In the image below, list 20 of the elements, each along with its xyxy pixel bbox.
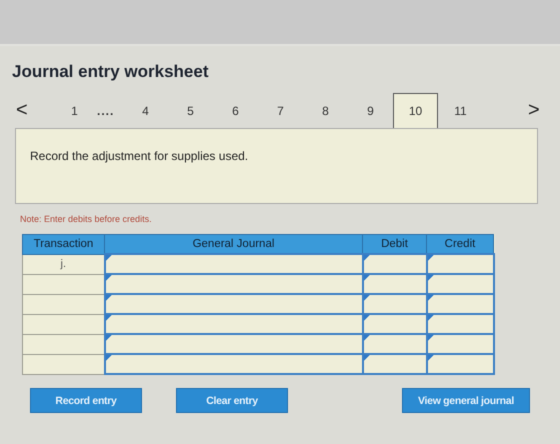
previous-button[interactable]: < [12,99,52,128]
tab[interactable]: 8 [303,93,348,128]
tab[interactable]: 11 [438,93,483,128]
tab[interactable]: 1 [52,93,97,128]
column-header: Transaction [22,234,104,254]
table-cell: j. [60,258,66,270]
instruction-text: Record the adjustment for supplies used. [30,149,248,163]
next-button[interactable]: > [524,99,548,128]
tab[interactable]: 6 [213,93,258,128]
note-text: Note: Enter debits before credits. [20,214,153,224]
worksheet-title: Journal entry worksheet [12,62,210,82]
column-header: Debit [362,234,426,254]
ellipsis: .... [97,104,116,120]
tab[interactable]: 4 [123,93,168,128]
tab[interactable]: 10 [393,93,438,128]
tab[interactable]: 5 [168,93,213,128]
tab[interactable]: 7 [258,93,303,128]
column-header: Credit [426,234,494,254]
column-header: General Journal [104,234,362,254]
tab[interactable]: 9 [348,93,393,128]
